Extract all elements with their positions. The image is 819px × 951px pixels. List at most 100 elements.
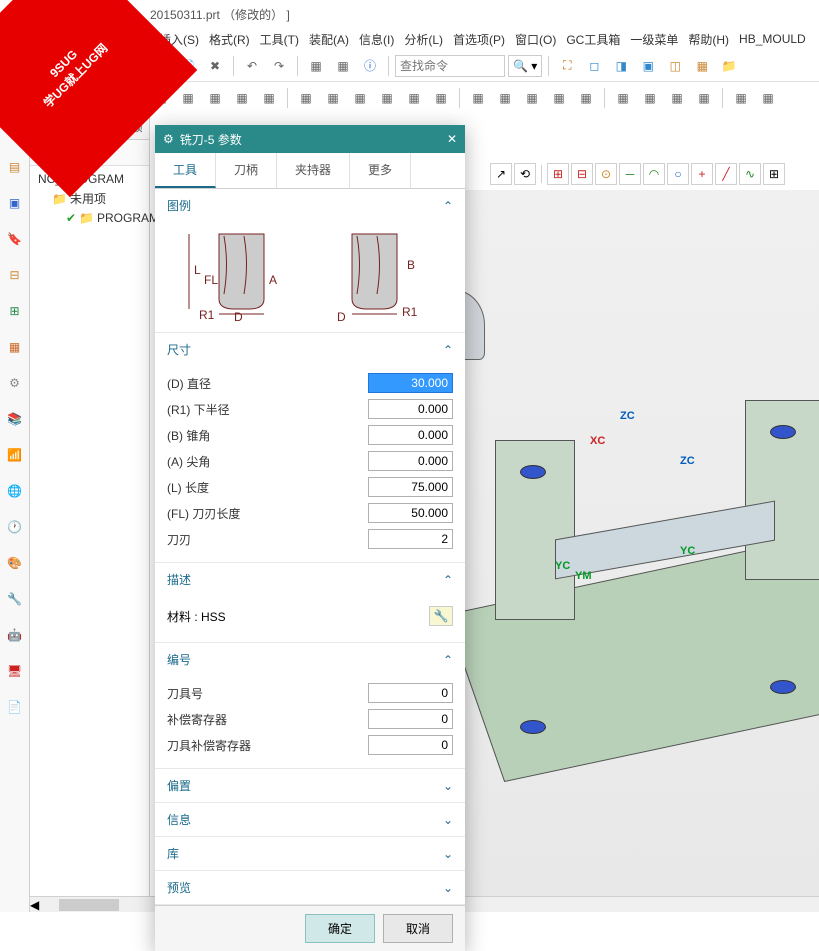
- section-header-desc[interactable]: 描述⌃: [155, 563, 465, 596]
- vpt-arrow-icon[interactable]: ↗: [490, 163, 512, 185]
- wrench-icon[interactable]: 🔧: [429, 606, 453, 626]
- section-header-info[interactable]: 信息⌄: [155, 803, 465, 836]
- licon-assembly-icon[interactable]: ▤: [4, 156, 26, 178]
- section-header-legend[interactable]: 图例⌃: [155, 189, 465, 222]
- vpt-circ-icon[interactable]: ○: [667, 163, 689, 185]
- input-a[interactable]: [368, 451, 453, 471]
- tool-undo-icon[interactable]: ↶: [240, 54, 264, 78]
- dialog-title-bar[interactable]: ⚙ 铣刀-5 参数 ✕: [155, 125, 465, 153]
- close-icon[interactable]: ✕: [447, 132, 457, 146]
- vpt-orbit-icon[interactable]: ⟲: [514, 163, 536, 185]
- viewport-3d[interactable]: ZC XC ZC YC YC YM: [465, 190, 819, 912]
- tool-op25-icon[interactable]: ▦: [692, 86, 716, 110]
- input-l[interactable]: [368, 477, 453, 497]
- tool-op27-icon[interactable]: ▦: [756, 86, 780, 110]
- input-comp[interactable]: [368, 709, 453, 729]
- menu-gctools[interactable]: GC工具箱: [562, 29, 624, 50]
- licon-monitor-icon[interactable]: 🖥: [4, 660, 26, 682]
- vpt-curve-icon[interactable]: ∿: [739, 163, 761, 185]
- tool-op8-icon[interactable]: ▦: [203, 86, 227, 110]
- input-b[interactable]: [368, 425, 453, 445]
- tool-op15-icon[interactable]: ▦: [402, 86, 426, 110]
- search-input[interactable]: [395, 55, 505, 77]
- licon-clock-icon[interactable]: 🕐: [4, 516, 26, 538]
- section-header-size[interactable]: 尺寸⌃: [155, 333, 465, 366]
- tool-op23-icon[interactable]: ▦: [638, 86, 662, 110]
- licon-part-icon[interactable]: ▣: [4, 192, 26, 214]
- vpt-sel2-icon[interactable]: ⊟: [571, 163, 593, 185]
- tool-op20-icon[interactable]: ▦: [547, 86, 571, 110]
- tool-op21-icon[interactable]: ▦: [574, 86, 598, 110]
- licon-doc-icon[interactable]: 📄: [4, 696, 26, 718]
- tool-op12-icon[interactable]: ▦: [321, 86, 345, 110]
- tool-fitview-icon[interactable]: ⛶: [555, 54, 579, 78]
- menu-assembly[interactable]: 装配(A): [305, 29, 353, 50]
- menu-prefs[interactable]: 首选项(P): [449, 29, 509, 50]
- tool-op13-icon[interactable]: ▦: [348, 86, 372, 110]
- licon-bookmark-icon[interactable]: 🔖: [4, 228, 26, 250]
- section-header-offset[interactable]: 偏置⌄: [155, 769, 465, 802]
- menu-format[interactable]: 格式(R): [205, 29, 254, 50]
- vpt-sel1-icon[interactable]: ⊞: [547, 163, 569, 185]
- tab-tool[interactable]: 工具: [155, 153, 216, 188]
- tool-iso-icon[interactable]: ◻: [582, 54, 606, 78]
- vpt-line-icon[interactable]: ─: [619, 163, 641, 185]
- licon-grid-icon[interactable]: ▦: [4, 336, 26, 358]
- licon-machine-icon[interactable]: ⚙: [4, 372, 26, 394]
- section-header-preview[interactable]: 预览⌄: [155, 871, 465, 904]
- vpt-slash-icon[interactable]: ╱: [715, 163, 737, 185]
- vpt-grid-icon[interactable]: ⊞: [763, 163, 785, 185]
- tool-op11-icon[interactable]: ▦: [294, 86, 318, 110]
- tool-op26-icon[interactable]: ▦: [729, 86, 753, 110]
- tool-misc2-icon[interactable]: ▦: [331, 54, 355, 78]
- input-toolnum[interactable]: [368, 683, 453, 703]
- licon-palette-icon[interactable]: 🎨: [4, 552, 26, 574]
- tool-op9-icon[interactable]: ▦: [230, 86, 254, 110]
- input-edges[interactable]: [368, 529, 453, 549]
- tool-op24-icon[interactable]: ▦: [665, 86, 689, 110]
- tool-shade-icon[interactable]: ◨: [609, 54, 633, 78]
- licon-globe-icon[interactable]: 🌐: [4, 480, 26, 502]
- menu-level1[interactable]: 一级菜单: [626, 29, 682, 50]
- menu-hbmould[interactable]: HB_MOULD: [735, 30, 810, 48]
- tool-op14-icon[interactable]: ▦: [375, 86, 399, 110]
- section-header-library[interactable]: 库⌄: [155, 837, 465, 870]
- tool-help-icon[interactable]: ⓘ: [358, 54, 382, 78]
- licon-wifi-icon[interactable]: 📶: [4, 444, 26, 466]
- vpt-point-icon[interactable]: ⊙: [595, 163, 617, 185]
- tool-op19-icon[interactable]: ▦: [520, 86, 544, 110]
- tab-holder[interactable]: 夹持器: [277, 153, 350, 188]
- scroll-left-icon[interactable]: ◀: [30, 898, 39, 912]
- cancel-button[interactable]: 取消: [383, 914, 453, 943]
- input-fl[interactable]: [368, 503, 453, 523]
- menu-help[interactable]: 帮助(H): [684, 29, 733, 50]
- tool-layer-icon[interactable]: ▦: [690, 54, 714, 78]
- input-diameter[interactable]: [368, 373, 453, 393]
- tool-redo-icon[interactable]: ↷: [267, 54, 291, 78]
- menu-info[interactable]: 信息(I): [355, 29, 398, 50]
- menu-analysis[interactable]: 分析(L): [400, 29, 447, 50]
- tool-op7-icon[interactable]: ▦: [176, 86, 200, 110]
- input-r1[interactable]: [368, 399, 453, 419]
- tool-op22-icon[interactable]: ▦: [611, 86, 635, 110]
- ok-button[interactable]: 确定: [305, 914, 375, 943]
- vpt-plus-icon[interactable]: +: [691, 163, 713, 185]
- tool-op17-icon[interactable]: ▦: [466, 86, 490, 110]
- search-button[interactable]: 🔍 ▾: [508, 55, 542, 77]
- tab-more[interactable]: 更多: [350, 153, 411, 188]
- tool-op16-icon[interactable]: ▦: [429, 86, 453, 110]
- nav-program[interactable]: ✔ 📁 PROGRAM: [34, 209, 145, 227]
- nav-unused[interactable]: 📁 未用项: [34, 188, 145, 209]
- tool-op10-icon[interactable]: ▦: [257, 86, 281, 110]
- scrollbar-thumb[interactable]: [59, 899, 119, 911]
- licon-tool-icon[interactable]: 🔧: [4, 588, 26, 610]
- vpt-arc-icon[interactable]: ◠: [643, 163, 665, 185]
- tool-box-icon[interactable]: ◫: [663, 54, 687, 78]
- licon-list-icon[interactable]: ⊞: [4, 300, 26, 322]
- tool-op18-icon[interactable]: ▦: [493, 86, 517, 110]
- licon-books-icon[interactable]: 📚: [4, 408, 26, 430]
- input-toolcomp[interactable]: [368, 735, 453, 755]
- licon-tree-icon[interactable]: ⊟: [4, 264, 26, 286]
- menu-window[interactable]: 窗口(O): [511, 29, 560, 50]
- tool-misc1-icon[interactable]: ▦: [304, 54, 328, 78]
